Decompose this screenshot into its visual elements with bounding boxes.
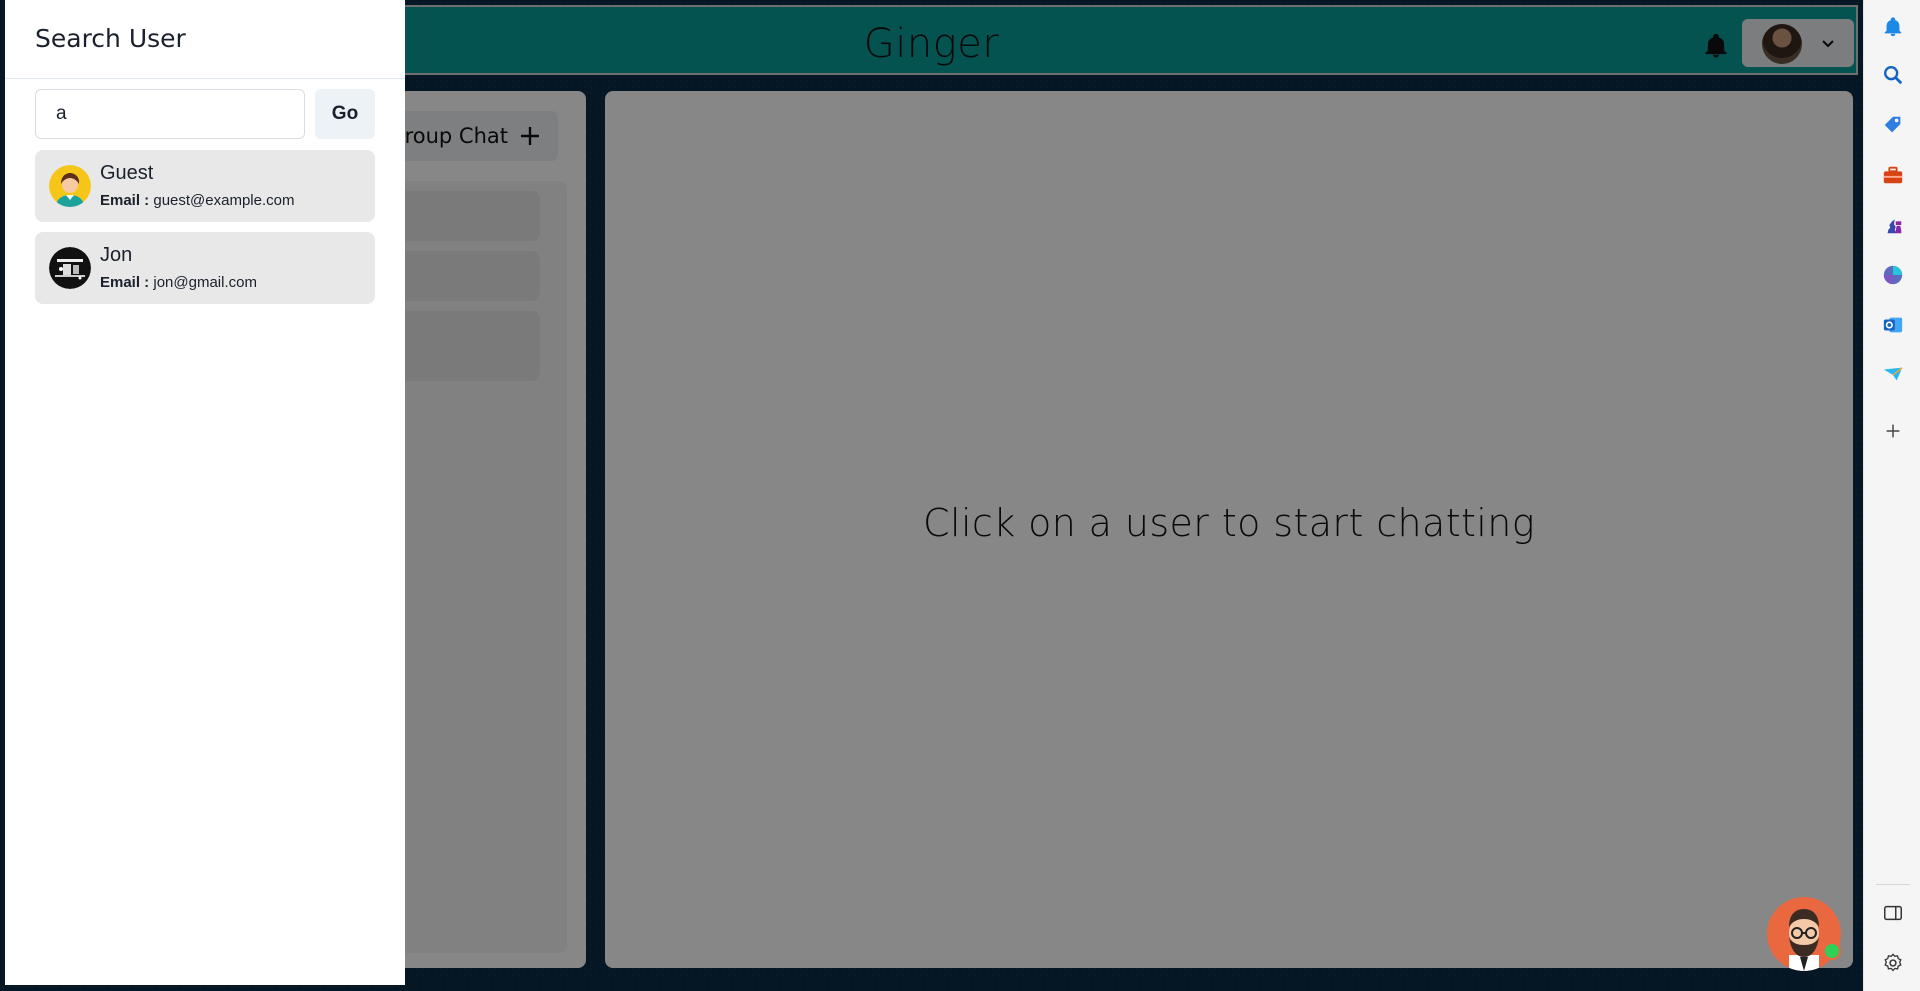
user-result-item[interactable]: Guest Email : guest@example.com: [35, 150, 375, 222]
search-icon[interactable]: [1882, 64, 1904, 86]
browser-sidebar: [1863, 0, 1920, 991]
online-status-indicator: [1823, 942, 1841, 960]
search-input[interactable]: [35, 89, 305, 139]
email-label: Email :: [100, 192, 150, 209]
email-value: jon@gmail.com: [153, 274, 257, 291]
jon-avatar: [49, 247, 91, 289]
go-button[interactable]: Go: [315, 89, 375, 139]
copilot-icon[interactable]: [1882, 264, 1904, 286]
user-result-name: Jon: [100, 244, 133, 266]
email-label: Email :: [100, 274, 150, 291]
drawer-divider: [5, 78, 405, 79]
search-user-drawer: Search User Go Guest Email : guest@examp…: [5, 0, 405, 985]
send-icon[interactable]: [1882, 364, 1904, 386]
outlook-icon[interactable]: [1882, 314, 1904, 336]
settings-icon[interactable]: [1882, 952, 1904, 974]
user-result-email: Email : jon@gmail.com: [100, 274, 257, 291]
tag-icon[interactable]: [1882, 114, 1904, 136]
user-result-email: Email : guest@example.com: [100, 192, 294, 209]
toolbox-icon[interactable]: [1882, 164, 1904, 186]
guest-avatar: [49, 165, 91, 207]
sidebar-toggle-icon[interactable]: [1882, 902, 1904, 924]
drawer-title: Search User: [35, 24, 186, 53]
user-result-item[interactable]: Jon Email : jon@gmail.com: [35, 232, 375, 304]
email-value: guest@example.com: [153, 192, 295, 209]
sidebar-divider: [1876, 884, 1910, 885]
plus-icon[interactable]: [1882, 420, 1904, 442]
chess-icon[interactable]: [1882, 214, 1904, 236]
bell-icon[interactable]: [1882, 16, 1904, 38]
user-result-name: Guest: [100, 162, 154, 184]
